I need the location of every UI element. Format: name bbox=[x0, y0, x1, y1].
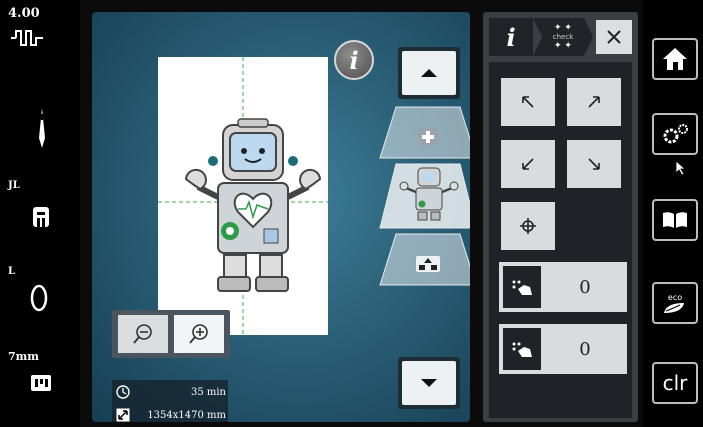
move-up-left-icon bbox=[522, 96, 534, 108]
info-button[interactable]: i bbox=[334, 40, 374, 80]
clear-button[interactable]: clr bbox=[652, 362, 698, 404]
move-down-left-button[interactable] bbox=[501, 140, 555, 188]
edit-panel: i ✦ ✦ check ✦ ✦ 0 0 bbox=[483, 12, 638, 422]
move-controls: 0 0 bbox=[489, 62, 632, 418]
center-crosshair-icon bbox=[520, 218, 536, 234]
layer-thumbnail[interactable] bbox=[378, 232, 470, 287]
zoom-in-icon bbox=[189, 324, 208, 344]
move-down-right-button[interactable] bbox=[567, 140, 621, 188]
settings-button[interactable] bbox=[652, 113, 698, 155]
clock-icon bbox=[116, 385, 130, 399]
zoom-out-icon bbox=[133, 324, 152, 344]
move-up-left-button[interactable] bbox=[501, 78, 555, 126]
zoom-in-button[interactable] bbox=[174, 315, 224, 353]
tab-info[interactable]: i bbox=[489, 18, 533, 56]
scroll-down-button[interactable] bbox=[398, 357, 460, 409]
embroidery-canvas[interactable]: i 35 min 1354x1470 mm bbox=[92, 12, 470, 422]
stitch-length-value: 4.00 bbox=[8, 6, 40, 21]
home-icon bbox=[663, 48, 687, 70]
stitch-time-value: 35 min bbox=[190, 386, 226, 398]
step-row-1[interactable]: 0 bbox=[499, 262, 627, 312]
add-layer-button[interactable] bbox=[378, 105, 470, 160]
zoom-controls bbox=[112, 310, 230, 358]
settings-icon bbox=[663, 124, 688, 144]
eco-button[interactable]: eco bbox=[652, 282, 698, 324]
center-button[interactable] bbox=[501, 202, 555, 250]
hoop-size-label: 7mm bbox=[8, 350, 39, 363]
step-value-1: 0 bbox=[579, 276, 591, 298]
presser-foot-icon[interactable] bbox=[30, 284, 48, 316]
arrow-down-icon bbox=[421, 379, 437, 387]
robot-design[interactable] bbox=[168, 117, 338, 307]
cursor-icon bbox=[675, 160, 687, 176]
check-dots-icon: ✦ ✦ bbox=[554, 23, 572, 33]
needle-plate-label: JL bbox=[8, 180, 20, 191]
stitch-pattern-icon[interactable] bbox=[10, 28, 44, 52]
hand-step-icon bbox=[503, 328, 541, 370]
close-icon bbox=[607, 30, 621, 44]
move-down-right-icon bbox=[588, 158, 600, 170]
close-button[interactable] bbox=[596, 20, 632, 54]
presser-foot-label: L bbox=[8, 266, 16, 277]
zoom-out-button[interactable] bbox=[118, 315, 168, 353]
design-size-row: 1354x1470 mm bbox=[116, 405, 226, 422]
step-value-2: 0 bbox=[579, 338, 591, 360]
layer-thumbnail-selected[interactable] bbox=[378, 162, 470, 230]
eco-icon: eco bbox=[664, 293, 684, 313]
info-label: i bbox=[349, 45, 359, 75]
resize-icon bbox=[116, 408, 130, 422]
tab-info-label: i bbox=[506, 22, 516, 52]
svg-text:eco: eco bbox=[668, 293, 682, 302]
design-stats: 35 min 1354x1470 mm bbox=[112, 380, 228, 422]
needle-plate-icon[interactable] bbox=[32, 206, 50, 232]
check-dots-icon-2: ✦ ✦ bbox=[554, 41, 572, 51]
move-down-left-icon bbox=[522, 158, 534, 170]
tab-check-label: check bbox=[552, 33, 574, 41]
move-up-right-icon bbox=[588, 96, 600, 108]
design-size-value: 1354x1470 mm bbox=[147, 409, 226, 421]
hoop-icon[interactable] bbox=[30, 374, 52, 396]
step-row-2[interactable]: 0 bbox=[499, 324, 627, 374]
left-status-bar: 4.00 JL L 7mm bbox=[0, 0, 80, 427]
manual-button[interactable] bbox=[652, 199, 698, 241]
clear-label: clr bbox=[662, 371, 688, 395]
layer-panel bbox=[378, 47, 470, 422]
right-nav-bar: eco clr bbox=[643, 0, 703, 427]
stitch-time-row: 35 min bbox=[116, 382, 226, 402]
hand-step-icon bbox=[503, 266, 541, 308]
scroll-up-button[interactable] bbox=[398, 47, 460, 99]
needle-icon[interactable] bbox=[36, 108, 48, 152]
book-icon bbox=[663, 212, 687, 228]
move-up-right-button[interactable] bbox=[567, 78, 621, 126]
home-button[interactable] bbox=[652, 38, 698, 80]
tab-check[interactable]: ✦ ✦ check ✦ ✦ bbox=[533, 18, 593, 56]
arrow-up-icon bbox=[421, 69, 437, 77]
